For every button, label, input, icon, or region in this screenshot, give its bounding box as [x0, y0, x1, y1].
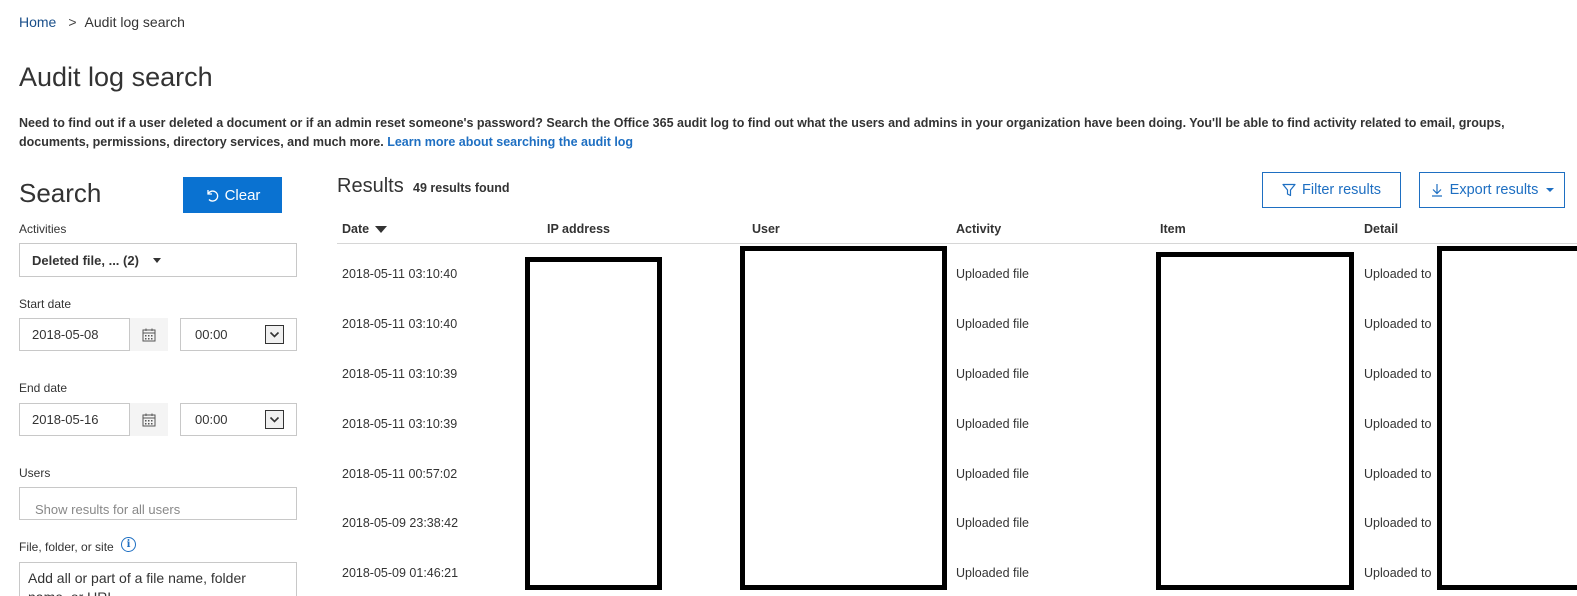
cell-detail: Uploaded to	[1364, 566, 1432, 580]
export-results-button[interactable]: Export results	[1419, 172, 1565, 208]
cell-detail: Uploaded to	[1364, 317, 1432, 331]
start-date-label: Start date	[19, 297, 72, 311]
results-title: Results	[337, 175, 404, 197]
start-date-calendar-button[interactable]	[130, 318, 168, 351]
calendar-icon	[142, 413, 156, 426]
sort-descending-icon	[375, 225, 388, 233]
users-input[interactable]: Show results for all users	[19, 487, 297, 520]
cell-detail: Uploaded to	[1364, 417, 1432, 431]
redaction-box-user	[740, 246, 947, 590]
activities-label: Activities	[19, 222, 67, 236]
breadcrumb-separator: >	[68, 14, 77, 30]
select-arrow-icon	[265, 410, 284, 429]
column-header-item[interactable]: Item	[1160, 222, 1186, 236]
table-header-divider	[337, 243, 1577, 244]
caret-down-icon	[152, 257, 161, 263]
start-time-value: 00:00	[195, 327, 228, 342]
end-time-value: 00:00	[195, 412, 228, 427]
cell-detail: Uploaded to	[1364, 516, 1432, 530]
clear-button-label: Clear	[224, 186, 261, 204]
search-panel-title: Search	[19, 178, 102, 208]
breadcrumb-current: Audit log search	[84, 14, 185, 30]
end-date-calendar-button[interactable]	[130, 403, 168, 436]
end-date-input[interactable]: 2018-05-16	[19, 403, 130, 436]
column-header-date[interactable]: Date	[342, 222, 388, 236]
activities-value: Deleted file, ... (2)	[32, 252, 139, 268]
column-header-detail[interactable]: Detail	[1364, 222, 1398, 236]
description-text: Need to find out if a user deleted a doc…	[19, 116, 1505, 149]
cell-activity: Uploaded file	[956, 317, 1029, 331]
filter-results-label: Filter results	[1302, 182, 1381, 198]
cell-activity: Uploaded file	[956, 467, 1029, 481]
file-folder-site-label: File, folder, or site	[19, 540, 114, 554]
activities-dropdown[interactable]: Deleted file, ... (2)	[19, 243, 297, 277]
page-description: Need to find out if a user deleted a doc…	[19, 114, 1569, 152]
column-header-label: Date	[342, 222, 370, 236]
cell-date: 2018-05-09 01:46:21	[342, 566, 459, 580]
users-label: Users	[19, 466, 51, 480]
end-date-label: End date	[19, 381, 68, 395]
start-time-select[interactable]: 00:00	[180, 318, 297, 351]
info-icon[interactable]: i	[121, 537, 136, 552]
clear-button[interactable]: Clear	[183, 177, 282, 213]
cell-date: 2018-05-09 23:38:42	[342, 516, 459, 530]
start-date-input[interactable]: 2018-05-08	[19, 318, 130, 351]
results-count: 49 results found	[413, 181, 510, 195]
cell-activity: Uploaded file	[956, 516, 1029, 530]
filter-icon	[1282, 183, 1296, 197]
file-folder-site-input[interactable]: Add all or part of a file name, folder n…	[19, 562, 297, 596]
column-header-activity[interactable]: Activity	[956, 222, 1001, 236]
redaction-box-item	[1156, 252, 1354, 590]
calendar-icon	[142, 328, 156, 341]
cell-date: 2018-05-11 03:10:39	[342, 417, 458, 431]
download-icon	[1431, 184, 1442, 197]
cell-date: 2018-05-11 03:10:39	[342, 367, 458, 381]
cell-activity: Uploaded file	[956, 566, 1029, 580]
cell-date: 2018-05-11 03:10:40	[342, 267, 458, 281]
redaction-box-detail	[1437, 246, 1577, 590]
cell-detail: Uploaded to	[1364, 267, 1432, 281]
cell-date: 2018-05-11 00:57:02	[342, 467, 458, 481]
redaction-box-ip-address	[525, 257, 662, 590]
cell-date: 2018-05-11 03:10:40	[342, 317, 458, 331]
breadcrumb-home-link[interactable]: Home	[19, 14, 56, 30]
export-results-label: Export results	[1449, 182, 1539, 198]
breadcrumb: Home > Audit log search	[19, 14, 185, 30]
cell-activity: Uploaded file	[956, 367, 1029, 381]
select-arrow-icon	[265, 325, 284, 344]
caret-down-icon	[1546, 188, 1555, 192]
undo-icon	[206, 190, 218, 202]
cell-activity: Uploaded file	[956, 417, 1029, 431]
cell-detail: Uploaded to	[1364, 367, 1432, 381]
cell-detail: Uploaded to	[1364, 467, 1432, 481]
column-header-user[interactable]: User	[752, 222, 780, 236]
cell-activity: Uploaded file	[956, 267, 1029, 281]
column-header-ip-address[interactable]: IP address	[547, 222, 610, 236]
filter-results-button[interactable]: Filter results	[1262, 172, 1401, 208]
end-time-select[interactable]: 00:00	[180, 403, 297, 436]
page-title: Audit log search	[19, 62, 213, 92]
learn-more-link[interactable]: Learn more about searching the audit log	[387, 135, 633, 149]
